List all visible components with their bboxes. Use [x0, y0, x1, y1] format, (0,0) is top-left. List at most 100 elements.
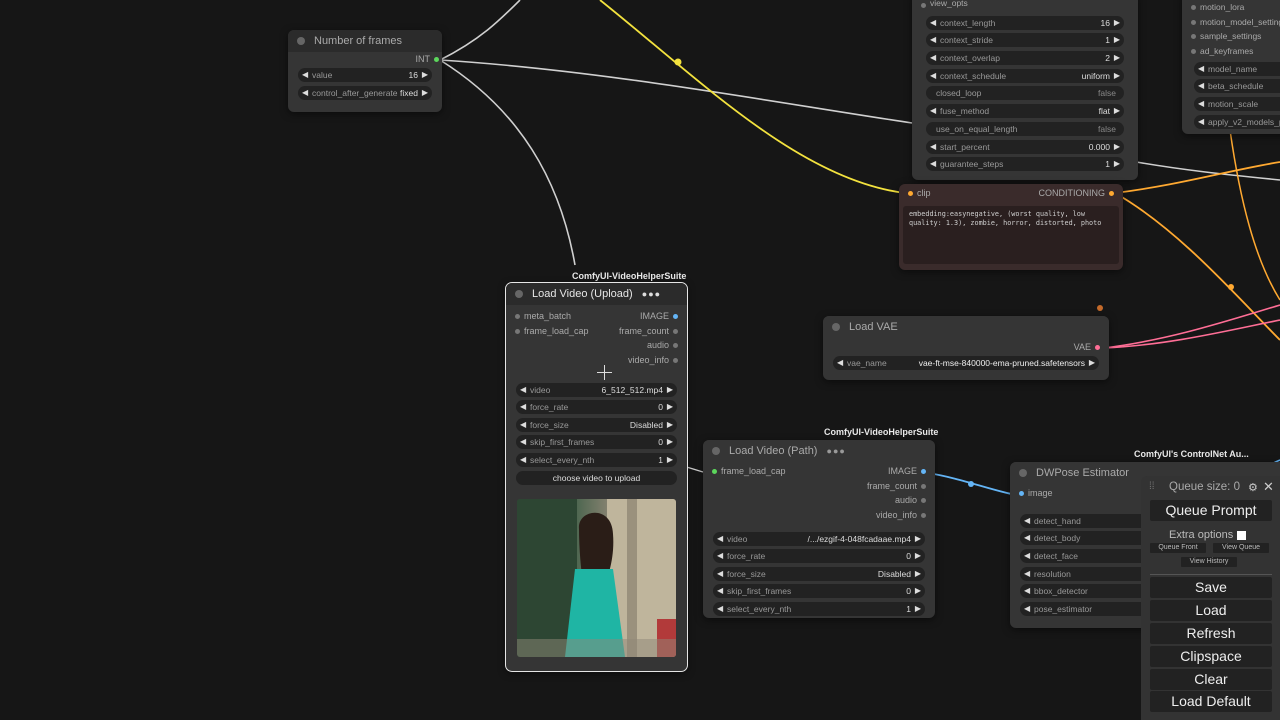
load-button[interactable]: Load: [1150, 600, 1272, 621]
closed-loop-widget[interactable]: closed_loop false: [926, 86, 1124, 101]
increment-icon[interactable]: ▶: [1089, 356, 1095, 370]
output-audio[interactable]: audio: [895, 493, 927, 508]
input-frame-load-cap[interactable]: frame_load_cap: [712, 464, 786, 479]
extra-options[interactable]: Extra options: [1169, 529, 1247, 541]
decrement-icon[interactable]: ◀: [520, 453, 526, 467]
increment-icon[interactable]: ▶: [667, 400, 673, 414]
output-frame-count[interactable]: frame_count: [867, 479, 927, 494]
output-audio[interactable]: audio: [647, 338, 679, 353]
decrement-icon[interactable]: ◀: [1198, 62, 1204, 76]
decrement-icon[interactable]: ◀: [520, 418, 526, 432]
prompt-textarea[interactable]: embedding:easynegative, (worst quality, …: [903, 206, 1119, 264]
output-image[interactable]: IMAGE: [888, 464, 927, 479]
increment-icon[interactable]: ▶: [1114, 69, 1120, 83]
decrement-icon[interactable]: ◀: [1024, 602, 1030, 616]
decrement-icon[interactable]: ◀: [717, 549, 723, 563]
force-size-widget[interactable]: ◀ force_size Disabled ▶: [516, 417, 677, 432]
force-size-widget[interactable]: ◀ force_size Disabled ▶: [713, 566, 925, 581]
value-widget[interactable]: ◀ value 16 ▶: [298, 68, 432, 82]
view-history-button[interactable]: View History: [1181, 557, 1237, 567]
decrement-icon[interactable]: ◀: [1198, 79, 1204, 93]
increment-icon[interactable]: ▶: [667, 383, 673, 397]
input-meta-batch[interactable]: meta_batch: [514, 309, 571, 324]
skip-first-frames-widget[interactable]: ◀ skip_first_frames 0 ▶: [516, 435, 677, 450]
fuse-method-widget[interactable]: ◀ fuse_method flat ▶: [926, 104, 1124, 119]
decrement-icon[interactable]: ◀: [717, 567, 723, 581]
decrement-icon[interactable]: ◀: [930, 51, 936, 65]
decrement-icon[interactable]: ◀: [930, 157, 936, 171]
animatediff-loader-node[interactable]: motion_lora motion_model_settings sample_s…: [1182, 0, 1280, 134]
clipspace-button[interactable]: Clipspace: [1150, 646, 1272, 667]
context-stride-widget[interactable]: ◀ context_stride 1 ▶: [926, 33, 1124, 48]
output-conditioning[interactable]: CONDITIONING: [1039, 186, 1114, 201]
input-ad-keyframes[interactable]: ad_keyframes: [1190, 44, 1253, 59]
queue-prompt-button[interactable]: Queue Prompt: [1150, 500, 1272, 521]
decrement-icon[interactable]: ◀: [302, 86, 308, 100]
increment-icon[interactable]: ▶: [915, 567, 921, 581]
choose-video-upload-button[interactable]: choose video to upload: [516, 470, 677, 485]
decrement-icon[interactable]: ◀: [302, 68, 308, 82]
decrement-icon[interactable]: ◀: [930, 104, 936, 118]
control-after-generate-widget[interactable]: ◀ control_after_generate fixed ▶: [298, 85, 432, 100]
decrement-icon[interactable]: ◀: [1024, 531, 1030, 545]
decrement-icon[interactable]: ◀: [1024, 549, 1030, 563]
input-frame-load-cap[interactable]: frame_load_cap: [515, 324, 589, 339]
video-widget[interactable]: ◀ video/.../ezgif-4-048fcadaae.mp4 ▶: [713, 531, 925, 546]
increment-icon[interactable]: ▶: [1114, 51, 1120, 65]
context-schedule-widget[interactable]: ◀ context_schedule uniform ▶: [926, 68, 1124, 83]
vae-name-widget[interactable]: ◀ vae_name vae-ft-mse-840000-ema-pruned.…: [833, 356, 1099, 370]
decrement-icon[interactable]: ◀: [1024, 514, 1030, 528]
guarantee-steps-widget[interactable]: ◀ guarantee_steps 1 ▶: [926, 157, 1124, 172]
increment-icon[interactable]: ▶: [1114, 104, 1120, 118]
decrement-icon[interactable]: ◀: [930, 33, 936, 47]
input-image[interactable]: image: [1019, 486, 1053, 501]
load-video-path-node[interactable]: Load Video (Path) ●●● frame_load_cap IMAG…: [703, 440, 935, 618]
output-int[interactable]: INT: [416, 52, 439, 67]
increment-icon[interactable]: ▶: [667, 418, 673, 432]
input-sample-settings[interactable]: sample_settings: [1190, 29, 1261, 44]
increment-icon[interactable]: ▶: [422, 68, 428, 82]
increment-icon[interactable]: ▶: [915, 602, 921, 616]
use-on-equal-length-widget[interactable]: use_on_equal_length false: [926, 121, 1124, 136]
graph-canvas[interactable]: Number of frames INT ◀ value 16 ▶ ◀ cont…: [0, 0, 1280, 720]
decrement-icon[interactable]: ◀: [717, 584, 723, 598]
increment-icon[interactable]: ▶: [915, 584, 921, 598]
view-opts-node[interactable]: view_opts ◀ context_length 16 ▶ ◀ context_str…: [912, 0, 1138, 180]
gear-icon[interactable]: ⚙: [1248, 481, 1258, 494]
force-rate-widget[interactable]: ◀ force_rate 0 ▶: [713, 549, 925, 564]
model-name-widget[interactable]: ◀model_name▶: [1194, 61, 1280, 76]
decrement-icon[interactable]: ◀: [930, 140, 936, 154]
output-frame-count[interactable]: frame_count: [619, 324, 679, 339]
decrement-icon[interactable]: ◀: [1024, 584, 1030, 598]
save-button[interactable]: Save: [1150, 577, 1272, 598]
decrement-icon[interactable]: ◀: [717, 602, 723, 616]
collapse-dot[interactable]: [832, 323, 840, 331]
decrement-icon[interactable]: ◀: [837, 356, 843, 370]
node-title[interactable]: Load Video (Path) ●●●: [703, 440, 935, 462]
load-default-button[interactable]: Load Default: [1150, 691, 1272, 712]
force-rate-widget[interactable]: ◀ force_rate 0 ▶: [516, 400, 677, 415]
queue-front-button[interactable]: Queue Front: [1150, 543, 1206, 553]
increment-icon[interactable]: ▶: [667, 435, 673, 449]
input-motion-lora[interactable]: motion_lora: [1190, 0, 1244, 15]
input-clip[interactable]: clip: [908, 186, 931, 201]
decrement-icon[interactable]: ◀: [520, 383, 526, 397]
increment-icon[interactable]: ▶: [915, 549, 921, 563]
increment-icon[interactable]: ▶: [1114, 33, 1120, 47]
increment-icon[interactable]: ▶: [915, 532, 921, 546]
collapse-dot[interactable]: [297, 37, 305, 45]
clip-text-encode-node[interactable]: clip CONDITIONING embedding:easynegative…: [899, 184, 1123, 270]
output-vae[interactable]: VAE: [1074, 340, 1101, 355]
view-queue-button[interactable]: View Queue: [1213, 543, 1269, 553]
select-every-nth-widget[interactable]: ◀ select_every_nth 1 ▶: [516, 452, 677, 467]
decrement-icon[interactable]: ◀: [1198, 97, 1204, 111]
motion-scale-widget[interactable]: ◀motion_scale▶: [1194, 97, 1280, 112]
decrement-icon[interactable]: ◀: [520, 435, 526, 449]
skip-first-frames-widget[interactable]: ◀ skip_first_frames 0 ▶: [713, 584, 925, 599]
apply-v2-models-properly-widget[interactable]: ◀apply_v2_models_properly▶: [1194, 114, 1280, 129]
output-video-info[interactable]: video_info: [876, 508, 927, 523]
increment-icon[interactable]: ▶: [1114, 140, 1120, 154]
collapse-dot[interactable]: [515, 290, 523, 298]
output-video-info[interactable]: video_info: [628, 353, 679, 368]
close-icon[interactable]: ✕: [1263, 479, 1274, 495]
